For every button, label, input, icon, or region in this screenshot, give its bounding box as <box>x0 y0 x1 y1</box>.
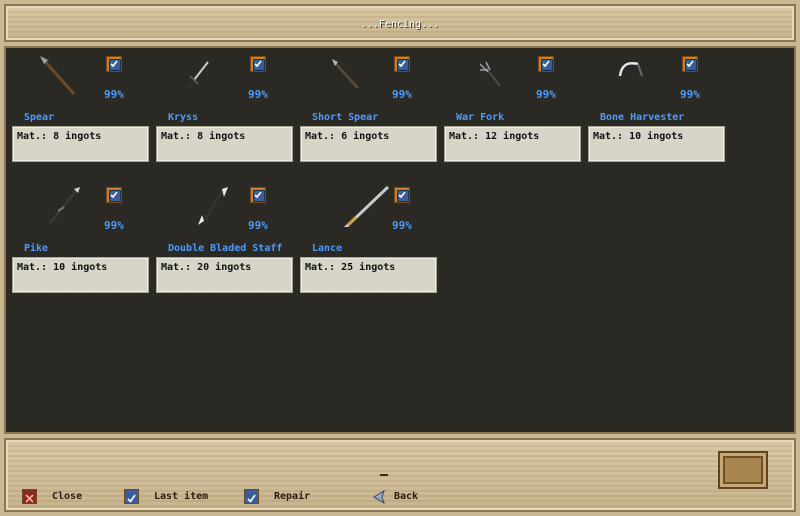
material-box: Mat.: 10 ingots <box>588 126 725 162</box>
item-name-war-fork[interactable]: War Fork <box>456 112 504 123</box>
material-text: Mat.: 8 ingots <box>161 131 246 142</box>
crafting-window: ...Fencing... 99% Spear Mat.: 8 ingots 9… <box>0 0 800 516</box>
crate-icon[interactable] <box>718 451 768 489</box>
material-text: Mat.: 12 ingots <box>449 131 540 142</box>
item-name-spear[interactable]: Spear <box>24 112 54 123</box>
pike-icon <box>49 187 80 224</box>
check-icon <box>244 489 259 504</box>
checkbox-war-fork[interactable] <box>538 56 554 72</box>
back-arrow-icon <box>372 489 387 505</box>
success-chance: 99% <box>392 88 412 101</box>
item-name-kryss[interactable]: Kryss <box>168 112 198 123</box>
item-name-bone-harvester[interactable]: Bone Harvester <box>600 112 684 123</box>
success-chance: 99% <box>104 88 124 101</box>
short-spear-icon <box>332 59 359 89</box>
last-item-label: Last item <box>154 491 209 502</box>
material-box: Mat.: 12 ingots <box>444 126 581 162</box>
material-text: Mat.: 10 ingots <box>593 131 684 142</box>
success-chance: 99% <box>248 219 268 232</box>
repair-label: Repair <box>274 491 311 502</box>
material-box: Mat.: 8 ingots <box>156 126 293 162</box>
success-chance: 99% <box>536 88 556 101</box>
craft-item-lance: 99% Lance Mat.: 25 ingots <box>294 181 439 301</box>
spear-icon <box>40 56 76 95</box>
success-chance: 99% <box>248 88 268 101</box>
material-text: Mat.: 10 ingots <box>17 262 108 273</box>
checkbox-pike[interactable] <box>106 187 122 203</box>
success-chance: 99% <box>104 219 124 232</box>
war-fork-icon <box>479 61 501 87</box>
window-title: ...Fencing... <box>360 19 440 30</box>
craft-item-pike: 99% Pike Mat.: 10 ingots <box>6 181 151 301</box>
title-bar: ...Fencing... <box>4 4 796 42</box>
back-label: Back <box>394 491 419 502</box>
craft-item-double-bladed-staff: 99% Double Bladed Staff Mat.: 20 ingots <box>150 181 295 301</box>
checkbox-double-bladed-staff[interactable] <box>250 187 266 203</box>
craft-item-kryss: 99% Kryss Mat.: 8 ingots <box>150 50 295 170</box>
material-box: Mat.: 8 ingots <box>12 126 149 162</box>
check-icon <box>124 489 139 504</box>
checkbox-lance[interactable] <box>394 187 410 203</box>
close-icon <box>22 489 37 504</box>
material-box: Mat.: 25 ingots <box>300 257 437 293</box>
craft-item-bone-harvester: 99% Bone Harvester Mat.: 10 ingots <box>582 50 727 170</box>
checkbox-spear[interactable] <box>106 56 122 72</box>
craft-item-war-fork: 99% War Fork Mat.: 12 ingots <box>438 50 583 170</box>
close-label: Close <box>52 491 83 502</box>
success-chance: 99% <box>680 88 700 101</box>
separator-mark <box>380 474 388 476</box>
material-text: Mat.: 20 ingots <box>161 262 252 273</box>
material-text: Mat.: 25 ingots <box>305 262 396 273</box>
material-box: Mat.: 20 ingots <box>156 257 293 293</box>
double-bladed-staff-icon <box>198 187 228 225</box>
success-chance: 99% <box>392 219 412 232</box>
item-name-pike[interactable]: Pike <box>24 243 48 254</box>
craft-item-short-spear: 99% Short Spear Mat.: 6 ingots <box>294 50 439 170</box>
material-text: Mat.: 8 ingots <box>17 131 102 142</box>
lance-icon <box>343 185 390 227</box>
item-name-double-bladed-staff[interactable]: Double Bladed Staff <box>168 243 282 254</box>
checkbox-short-spear[interactable] <box>394 56 410 72</box>
craft-item-spear: 99% Spear Mat.: 8 ingots <box>6 50 151 170</box>
checkbox-kryss[interactable] <box>250 56 266 72</box>
material-text: Mat.: 6 ingots <box>305 131 390 142</box>
material-box: Mat.: 10 ingots <box>12 257 149 293</box>
material-box: Mat.: 6 ingots <box>300 126 437 162</box>
item-name-short-spear[interactable]: Short Spear <box>312 112 378 123</box>
kryss-icon <box>187 61 209 89</box>
bone-harvester-icon <box>618 62 643 77</box>
item-name-lance[interactable]: Lance <box>312 243 342 254</box>
checkbox-bone-harvester[interactable] <box>682 56 698 72</box>
